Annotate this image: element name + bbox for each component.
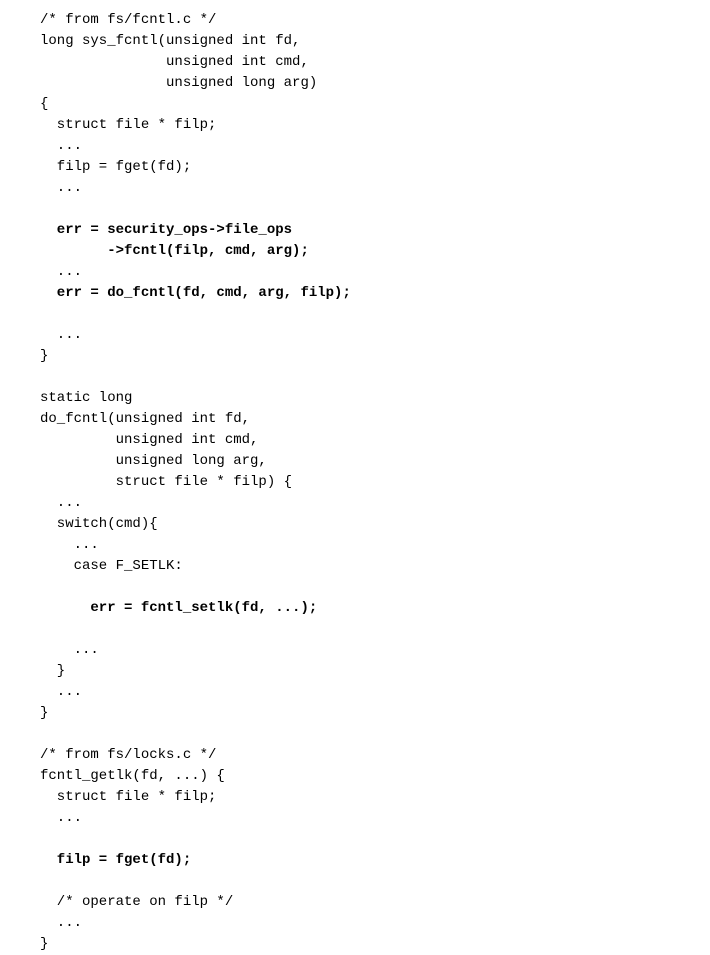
code-listing: /* from fs/fcntl.c */ long sys_fcntl(uns… <box>0 0 710 955</box>
code-line: ... <box>40 495 82 511</box>
code-line: } <box>40 348 48 364</box>
code-line: ... <box>40 915 82 931</box>
code-line: unsigned long arg) <box>40 75 317 91</box>
code-line: /* from fs/locks.c */ <box>40 747 216 763</box>
code-line: } <box>40 705 48 721</box>
code-line: err = do_fcntl(fd, cmd, arg, filp); <box>40 285 351 301</box>
code-line: ... <box>40 537 99 553</box>
code-line: filp = fget(fd); <box>40 852 191 868</box>
code-line: ... <box>40 327 82 343</box>
code-line: { <box>40 96 48 112</box>
code-line: err = security_ops->file_ops <box>40 222 292 238</box>
code-line: ... <box>40 138 82 154</box>
code-line: unsigned int cmd, <box>40 54 309 70</box>
code-line: static long <box>40 390 132 406</box>
code-line: err = fcntl_setlk(fd, ...); <box>40 600 317 616</box>
code-line: ... <box>40 642 99 658</box>
code-line: struct file * filp; <box>40 117 216 133</box>
code-line: switch(cmd){ <box>40 516 158 532</box>
code-line: ->fcntl(filp, cmd, arg); <box>40 243 309 259</box>
code-line: } <box>40 936 48 952</box>
code-line: fcntl_getlk(fd, ...) { <box>40 768 225 784</box>
code-line: ... <box>40 264 82 280</box>
code-line: case F_SETLK: <box>40 558 183 574</box>
code-line: unsigned int cmd, <box>40 432 258 448</box>
code-line: ... <box>40 684 82 700</box>
code-line: /* from fs/fcntl.c */ <box>40 12 216 28</box>
code-line: filp = fget(fd); <box>40 159 191 175</box>
code-line: do_fcntl(unsigned int fd, <box>40 411 250 427</box>
code-line: unsigned long arg, <box>40 453 267 469</box>
code-line: struct file * filp) { <box>40 474 292 490</box>
code-line: /* operate on filp */ <box>40 894 233 910</box>
code-line: ... <box>40 810 82 826</box>
code-line: ... <box>40 180 82 196</box>
code-line: long sys_fcntl(unsigned int fd, <box>40 33 300 49</box>
code-line: } <box>40 663 65 679</box>
code-line: struct file * filp; <box>40 789 216 805</box>
